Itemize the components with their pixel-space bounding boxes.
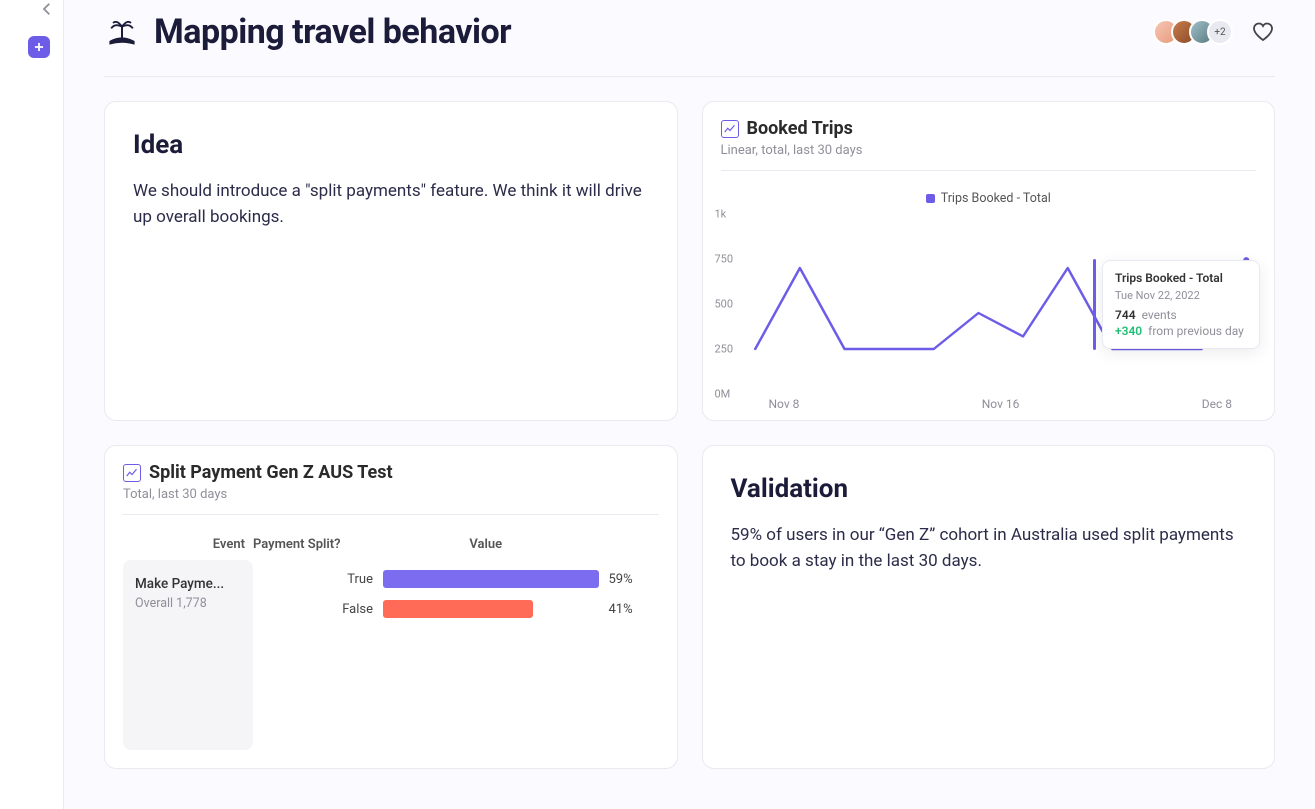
x-tick: Nov 8	[769, 397, 800, 411]
col-value: Value	[373, 537, 599, 552]
y-tick: 750	[715, 253, 734, 266]
col-event: Event	[123, 537, 253, 552]
page-header: Mapping travel behavior +2	[104, 12, 1275, 77]
y-tick: 250	[715, 343, 734, 356]
y-tick: 1k	[715, 208, 727, 221]
page-title: Mapping travel behavior	[154, 12, 511, 52]
event-cell[interactable]: Make Payme... Overall 1,778	[123, 560, 253, 750]
card-heading: Idea	[133, 130, 649, 160]
card-heading: Validation	[731, 474, 1247, 504]
bar-label: True	[263, 572, 373, 587]
chart-title: Booked Trips	[747, 118, 853, 139]
card-split-payment: Split Payment Gen Z AUS Test Total, last…	[104, 445, 678, 769]
add-button[interactable]	[28, 36, 50, 58]
tooltip-delta-label: from previous day	[1148, 324, 1244, 338]
bar-percent: 59%	[609, 572, 659, 587]
bar-percent: 41%	[609, 602, 659, 617]
bar-chart: True 59% False 41%	[253, 560, 659, 750]
tooltip-value-label: events	[1142, 308, 1177, 322]
island-icon	[104, 14, 140, 50]
bar-label: False	[263, 602, 373, 617]
tooltip-delta: +340	[1115, 324, 1142, 338]
card-idea: Idea We should introduce a "split paymen…	[104, 101, 678, 421]
chart-tooltip: Trips Booked - Total Tue Nov 22, 2022 74…	[1102, 260, 1260, 349]
event-name: Make Payme...	[135, 576, 241, 592]
card-validation: Validation 59% of users in our “Gen Z” c…	[702, 445, 1276, 769]
x-tick: Dec 8	[1202, 397, 1232, 411]
chevron-left-icon[interactable]	[38, 0, 56, 18]
left-rail	[0, 0, 64, 809]
card-booked-trips: Booked Trips Linear, total, last 30 days…	[702, 101, 1276, 421]
chart-subtitle: Linear, total, last 30 days	[721, 143, 1257, 158]
card-body-text: We should introduce a "split payments" f…	[133, 178, 649, 231]
collaborator-avatars[interactable]: +2	[1161, 19, 1233, 45]
line-chart-icon	[123, 464, 141, 482]
bar-table-header: Event Payment Split? Value	[105, 521, 677, 560]
card-body-text: 59% of users in our “Gen Z” cohort in Au…	[731, 522, 1247, 575]
line-chart[interactable]: Trips Booked - Total 1k 750 500 250 0M	[703, 177, 1275, 417]
tooltip-title: Trips Booked - Total	[1115, 271, 1247, 285]
chart-legend: Trips Booked - Total	[715, 191, 1263, 206]
tooltip-date: Tue Nov 22, 2022	[1115, 289, 1247, 302]
y-tick: 500	[715, 298, 734, 311]
col-split: Payment Split?	[253, 537, 373, 552]
event-overall: Overall 1,778	[135, 596, 241, 611]
tooltip-value: 744	[1115, 308, 1136, 322]
bar-row-true: True 59%	[263, 570, 659, 588]
avatar-more[interactable]: +2	[1207, 19, 1233, 45]
chart-subtitle: Total, last 30 days	[123, 487, 659, 502]
bar-row-false: False 41%	[263, 600, 659, 618]
x-tick: Nov 16	[982, 397, 1020, 411]
y-tick: 0M	[715, 388, 731, 401]
chart-title: Split Payment Gen Z AUS Test	[149, 462, 393, 483]
heart-icon[interactable]	[1251, 20, 1275, 44]
line-chart-icon	[721, 120, 739, 138]
